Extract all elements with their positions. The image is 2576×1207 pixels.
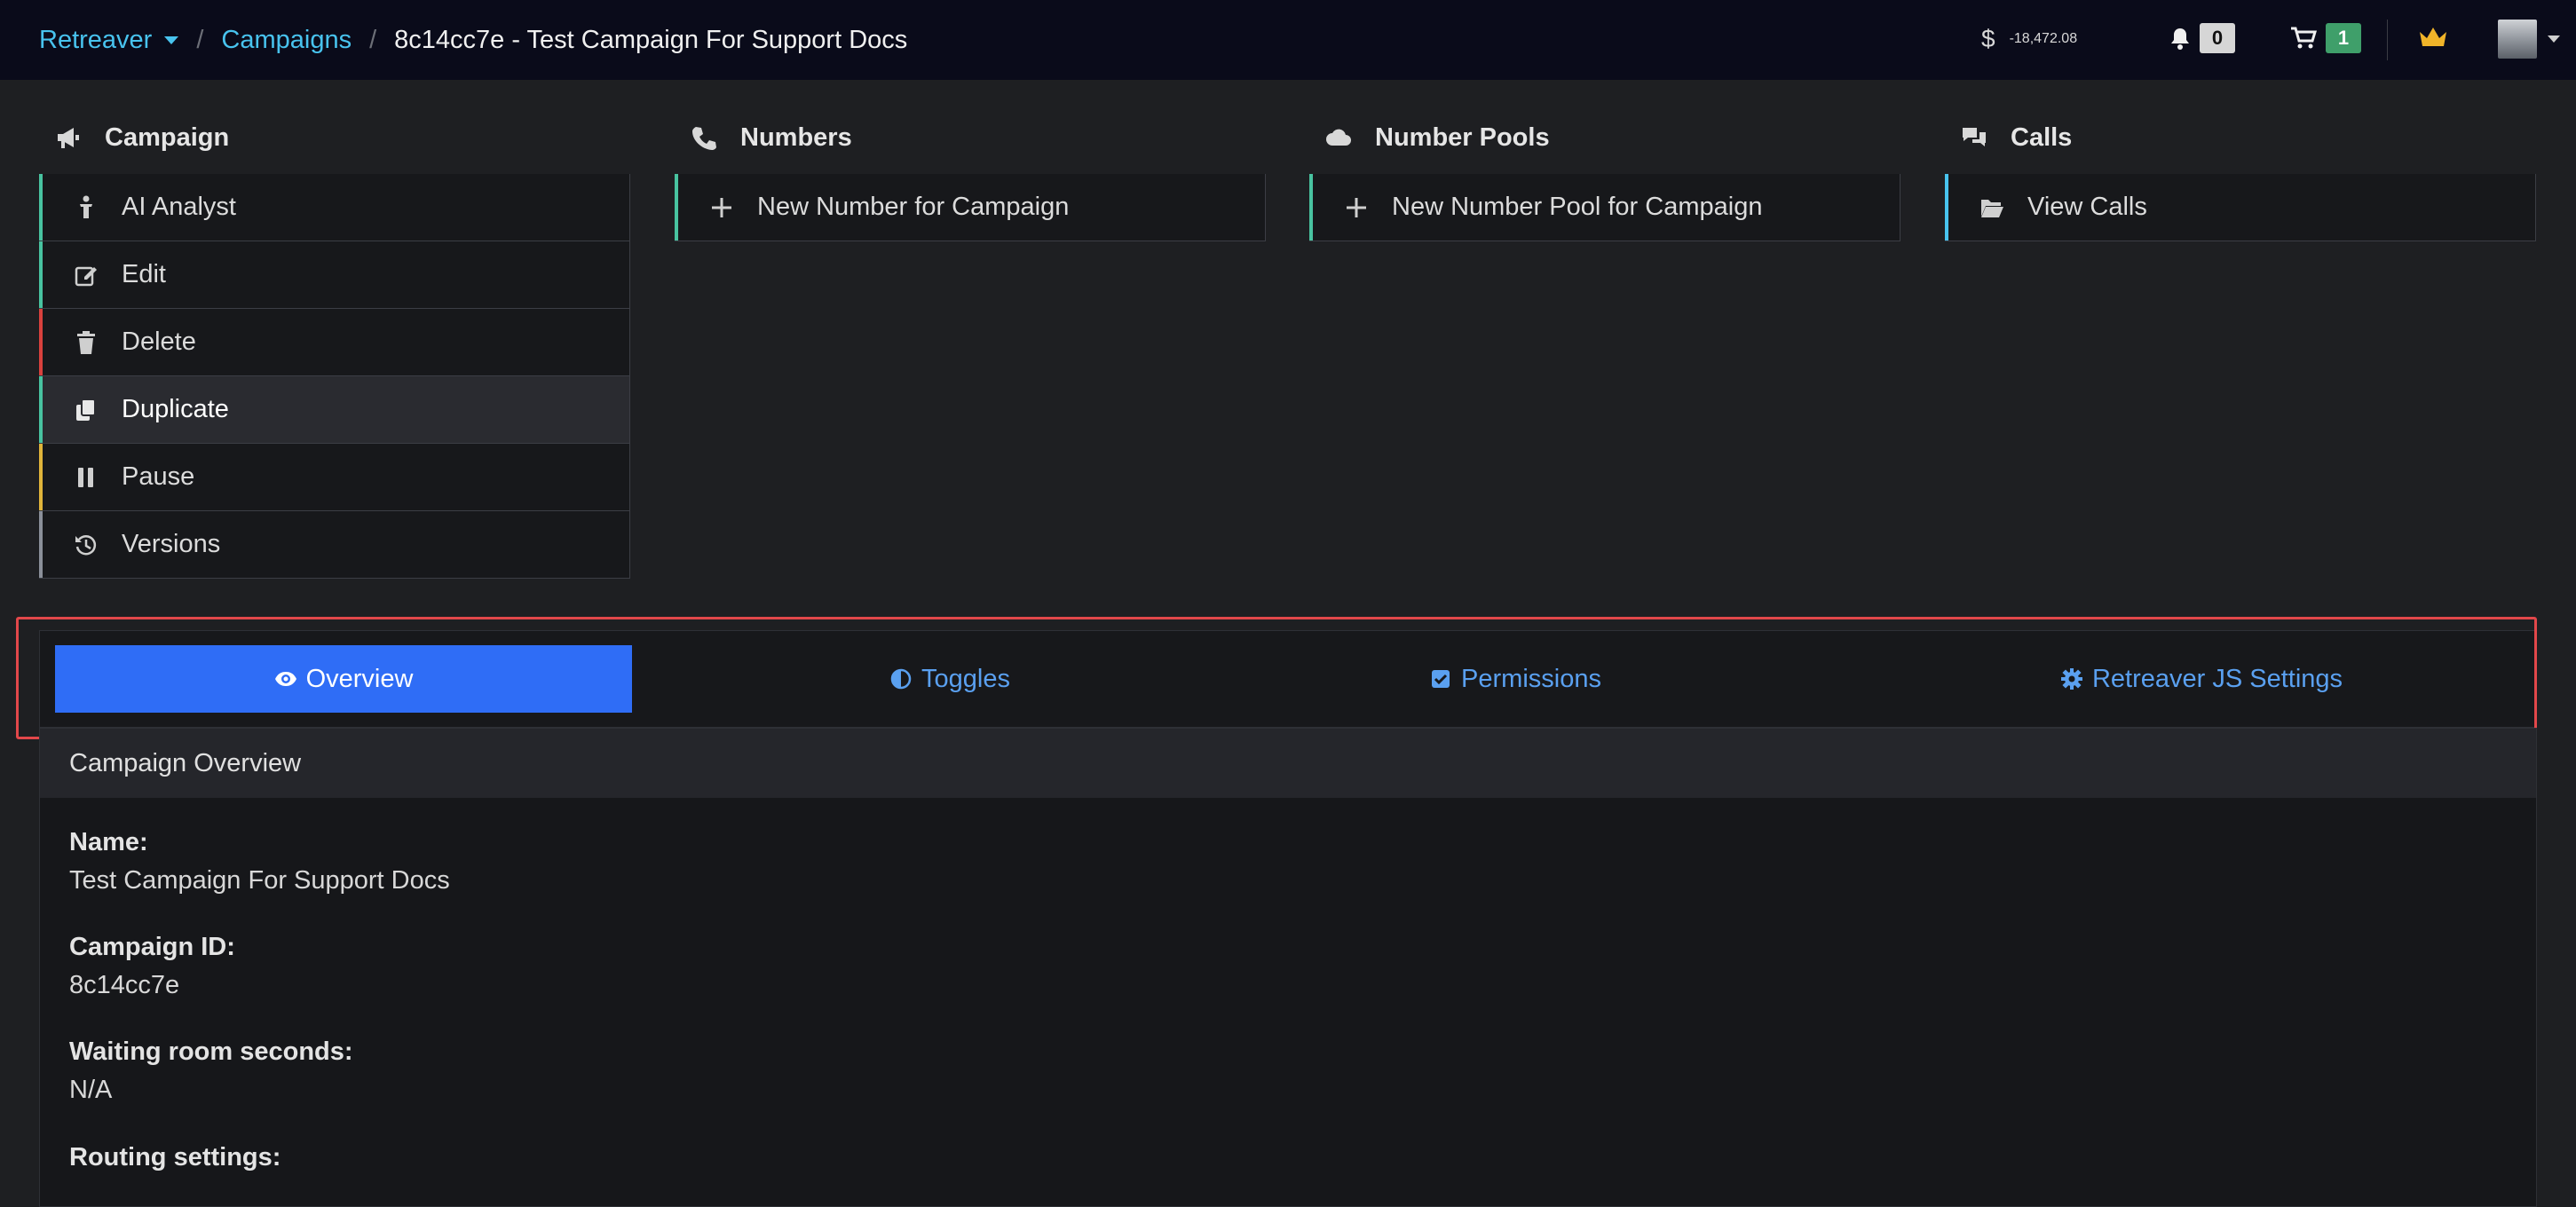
- panel-heading: Campaign Overview: [40, 729, 2536, 798]
- campaign-column-heading: Campaign: [39, 110, 630, 165]
- calls-column-title: Calls: [2011, 122, 2073, 152]
- view-calls-label: View Calls: [2027, 193, 2147, 221]
- notifications-button[interactable]: 0: [2169, 23, 2235, 53]
- versions-label: Versions: [122, 530, 221, 558]
- bell-icon: [2171, 28, 2189, 50]
- view-calls-button[interactable]: View Calls: [1945, 174, 2536, 241]
- field-value: N/A: [69, 1076, 113, 1104]
- history-icon: [75, 534, 97, 555]
- delete-label: Delete: [122, 327, 196, 356]
- bullhorn-icon: [58, 128, 79, 148]
- versions-button[interactable]: Versions: [39, 511, 630, 579]
- breadcrumb: Retreaver / Campaigns / 8c14cc7e - Test …: [39, 0, 907, 80]
- brand-link[interactable]: Retreaver: [39, 26, 152, 55]
- duplicate-label: Duplicate: [122, 395, 229, 423]
- campaign-actions-column: Campaign AI Analyst Edit Delete Duplicat…: [39, 110, 630, 579]
- cart-count-badge: 1: [2326, 23, 2361, 53]
- pause-label: Pause: [122, 462, 195, 491]
- field-campaign-id: Campaign ID: 8c14cc7e: [69, 933, 235, 1000]
- edit-button[interactable]: Edit: [39, 241, 630, 309]
- brand-dropdown-caret-icon[interactable]: [164, 36, 179, 44]
- field-value: 8c14cc7e: [69, 971, 180, 999]
- edit-icon: [75, 266, 97, 286]
- field-value: Test Campaign For Support Docs: [69, 866, 450, 895]
- breadcrumb-campaigns-link[interactable]: Campaigns: [221, 26, 352, 55]
- number-pools-column: Number Pools New Number Pool for Campaig…: [1309, 110, 1900, 241]
- pools-column-heading: Number Pools: [1309, 110, 1900, 165]
- user-menu[interactable]: [2498, 20, 2560, 59]
- numbers-column-heading: Numbers: [675, 110, 1266, 165]
- cloud-icon: [1326, 129, 1351, 146]
- navbar-divider: [2387, 20, 2388, 60]
- numbers-column-title: Numbers: [740, 122, 852, 152]
- pools-column-title: Number Pools: [1375, 122, 1550, 152]
- comments-icon: [1963, 128, 1986, 146]
- field-name: Name: Test Campaign For Support Docs: [69, 828, 450, 895]
- phone-icon: [692, 127, 716, 150]
- breadcrumb-separator: /: [369, 25, 377, 54]
- calls-column-heading: Calls: [1945, 110, 2536, 165]
- avatar: [2498, 20, 2537, 59]
- tabs-highlight-outline: [16, 617, 2537, 739]
- new-number-pool-label: New Number Pool for Campaign: [1392, 193, 1763, 221]
- person-icon: [80, 195, 92, 218]
- copy-icon: [76, 398, 96, 421]
- folder-open-icon: [1981, 199, 2003, 217]
- duplicate-button[interactable]: Duplicate: [39, 376, 630, 444]
- upgrade-crown-button[interactable]: [2418, 25, 2448, 54]
- calls-column: Calls View Calls: [1945, 110, 2536, 241]
- cart-button[interactable]: 1: [2290, 23, 2361, 53]
- field-waiting-room: Waiting room seconds: N/A: [69, 1037, 353, 1105]
- breadcrumb-separator: /: [196, 25, 204, 54]
- pause-button[interactable]: Pause: [39, 444, 630, 511]
- edit-label: Edit: [122, 260, 166, 288]
- pause-icon: [78, 467, 93, 487]
- balance-value: -18,472.08: [2009, 31, 2078, 46]
- trash-icon: [77, 330, 95, 354]
- delete-button[interactable]: Delete: [39, 309, 630, 376]
- new-number-label: New Number for Campaign: [757, 193, 1070, 221]
- top-navbar: Retreaver / Campaigns / 8c14cc7e - Test …: [0, 0, 2576, 80]
- campaign-overview-panel: Campaign Overview Name: Test Campaign Fo…: [39, 728, 2537, 1207]
- cart-icon: [2291, 27, 2317, 49]
- account-balance[interactable]: $ -18,472.08: [1981, 25, 2077, 53]
- field-label: Name:: [69, 828, 148, 856]
- ai-analyst-button[interactable]: AI Analyst: [39, 174, 630, 241]
- numbers-column: Numbers New Number for Campaign: [675, 110, 1266, 241]
- plus-icon: [712, 197, 731, 217]
- ai-analyst-label: AI Analyst: [122, 193, 236, 221]
- new-number-button[interactable]: New Number for Campaign: [675, 174, 1266, 241]
- breadcrumb-current: 8c14cc7e - Test Campaign For Support Doc…: [394, 25, 908, 54]
- field-label: Waiting room seconds:: [69, 1037, 353, 1066]
- user-menu-caret-icon: [2548, 36, 2560, 43]
- field-routing-settings: Routing settings:: [69, 1143, 281, 1172]
- crown-icon: [2420, 28, 2446, 46]
- notifications-count-badge: 0: [2200, 23, 2235, 53]
- dollar-icon: $: [1981, 25, 1995, 52]
- plus-icon: [1347, 197, 1366, 217]
- new-number-pool-button[interactable]: New Number Pool for Campaign: [1309, 174, 1900, 241]
- field-label: Campaign ID:: [69, 933, 235, 961]
- campaign-column-title: Campaign: [105, 122, 230, 152]
- field-label: Routing settings:: [69, 1143, 281, 1172]
